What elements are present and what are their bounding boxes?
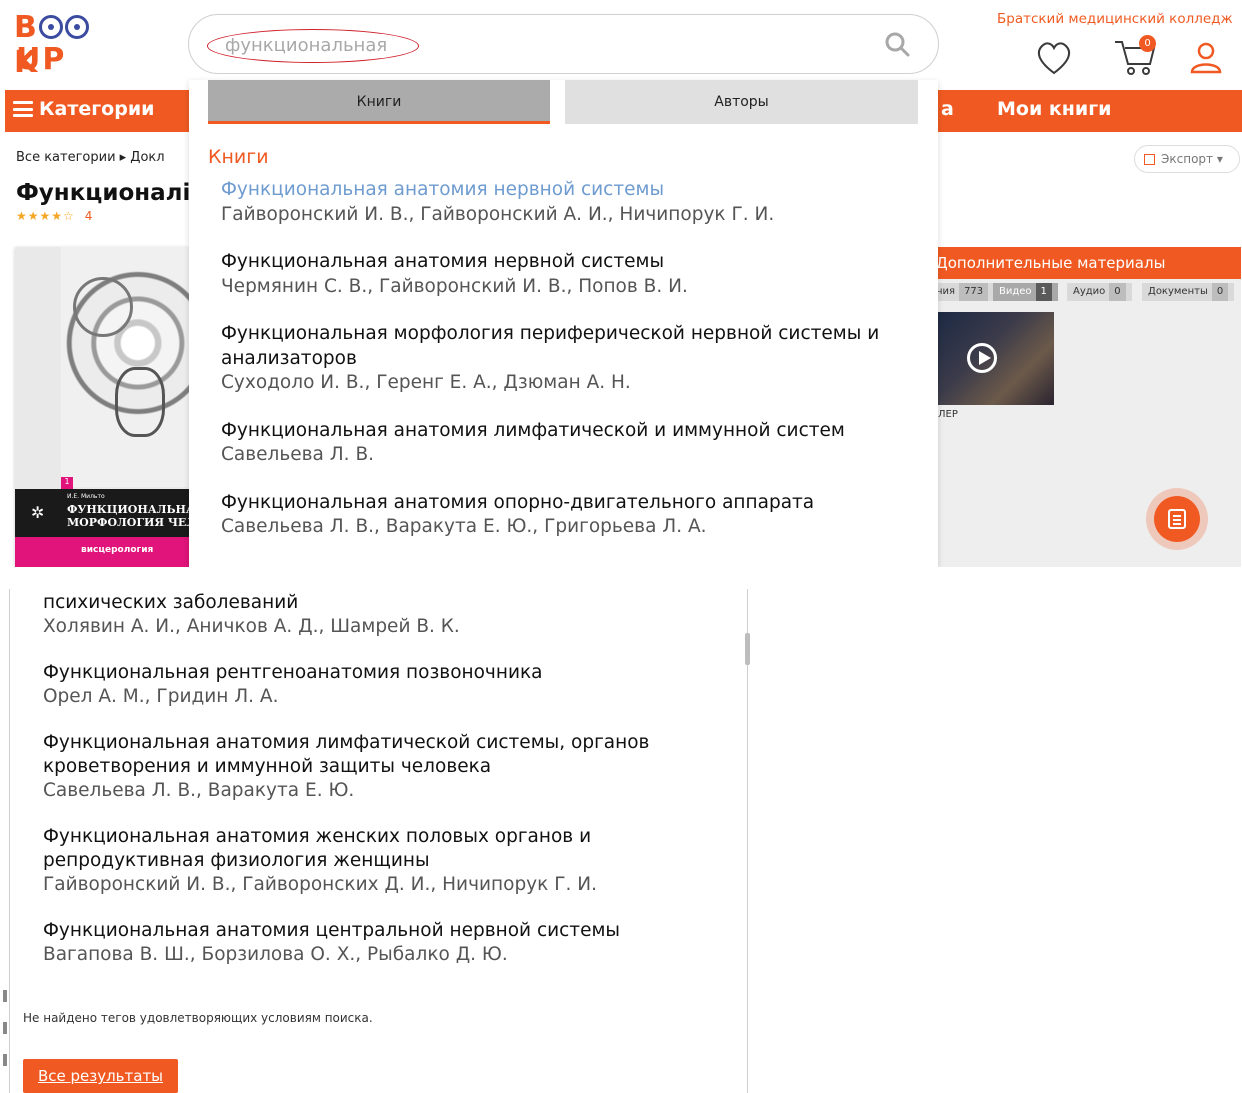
rating-stars: ★★★★☆ 4 bbox=[16, 209, 93, 223]
list-item[interactable]: Функциональная анатомия нервной системы Г… bbox=[221, 178, 921, 227]
cover-author: И.Е. Мильто bbox=[67, 493, 105, 500]
results-list-bottom: психических заболеваний Холявин А. И., Ан… bbox=[43, 591, 733, 989]
tab-audio[interactable]: Аудио 0 bbox=[1067, 283, 1132, 301]
materials-tabs: ния 773 Видео 1 Аудио 0 Документы 0 bbox=[930, 283, 1241, 301]
result-authors: Суходоло И. В., Геренг Е. А., Дзюман А. … bbox=[221, 372, 631, 393]
result-authors: Савельева Л. В., Варакута Е. Ю. bbox=[43, 780, 355, 801]
cover-illustration-detail bbox=[115, 367, 165, 437]
result-title[interactable]: Функциональная анатомия центральной нерв… bbox=[43, 919, 733, 943]
video-thumbnail[interactable] bbox=[938, 312, 1054, 405]
export-button[interactable]: Экспорт ▾ bbox=[1134, 145, 1240, 173]
list-item[interactable]: Функциональная анатомия опорно-двигатель… bbox=[221, 491, 921, 540]
college-name[interactable]: Братский медицинский колледж bbox=[997, 11, 1233, 27]
user-icon[interactable] bbox=[1188, 40, 1224, 76]
result-title[interactable]: Функциональная анатомия нервной системы bbox=[221, 178, 921, 203]
result-title[interactable]: Функциональная рентгеноанатомия позвоноч… bbox=[43, 661, 733, 685]
cover-illustration-detail bbox=[73, 277, 133, 337]
cover-title: ФУНКЦИОНАЛЬНАЯМОРФОЛОГИЯ ЧЕЛ bbox=[67, 503, 189, 529]
dropdown-scrollbar[interactable] bbox=[745, 633, 750, 665]
tab-documents[interactable]: Документы 0 bbox=[1142, 283, 1235, 301]
all-results-button[interactable]: Все результаты bbox=[23, 1059, 178, 1093]
video-caption: ЛЕР bbox=[938, 409, 958, 420]
publisher-logo-icon: ✲ bbox=[31, 503, 45, 522]
result-authors: Орел А. М., Гридин Л. А. bbox=[43, 686, 279, 707]
dropdown-scrolled-view: психических заболеваний Холявин А. И., Ан… bbox=[0, 567, 1242, 1093]
list-item[interactable]: Функциональная анатомия лимфатической си… bbox=[43, 731, 733, 803]
heart-icon[interactable] bbox=[1034, 38, 1074, 78]
list-item[interactable]: Функциональная анатомия центральной нерв… bbox=[43, 919, 733, 967]
result-authors: Савельева Л. В. bbox=[221, 444, 375, 465]
tab-video[interactable]: Видео 1 bbox=[993, 283, 1058, 301]
tab-books[interactable]: Книги bbox=[208, 80, 550, 124]
book-cover[interactable]: 1 ✲ И.Е. Мильто ФУНКЦИОНАЛЬНАЯМОРФОЛОГИЯ… bbox=[15, 247, 189, 567]
nav-item-my-books[interactable]: Мои книги bbox=[997, 98, 1111, 120]
dropdown-left-border bbox=[9, 589, 10, 1093]
list-item[interactable]: Функциональная морфология периферической… bbox=[221, 322, 921, 396]
floating-action-button[interactable] bbox=[1146, 488, 1208, 550]
cover-volume-badge: 1 bbox=[61, 477, 73, 489]
tab-authors[interactable]: Авторы bbox=[565, 80, 918, 124]
search-page-screenshot: BK UP функциональная Братский медицински… bbox=[0, 0, 1242, 567]
book-title: Функционалі bbox=[16, 180, 190, 206]
result-title[interactable]: Функциональная анатомия опорно-двигатель… bbox=[221, 491, 921, 516]
search-icon[interactable] bbox=[884, 31, 910, 57]
tab-materials-partial[interactable]: ния 773 bbox=[930, 283, 995, 301]
cover-subtitle: висцерология bbox=[81, 545, 154, 555]
menu-icon bbox=[13, 101, 33, 117]
result-title[interactable]: Функциональная анатомия нервной системы bbox=[221, 250, 921, 275]
cover-title-band: ✲ И.Е. Мильто ФУНКЦИОНАЛЬНАЯМОРФОЛОГИЯ Ч… bbox=[15, 489, 189, 537]
additional-materials-heading: Дополнительные материалы bbox=[930, 247, 1241, 279]
list-item[interactable]: Функциональная анатомия женских половых … bbox=[43, 825, 733, 897]
search-highlight-ellipse bbox=[207, 29, 419, 63]
result-authors: Гайворонский И. В., Гайворонский А. И., … bbox=[221, 203, 775, 225]
categories-label: Категории bbox=[39, 98, 155, 120]
result-title[interactable]: Функциональная анатомия лимфатической и … bbox=[221, 419, 921, 444]
result-title[interactable]: Функциональная анатомия женских половых … bbox=[43, 825, 733, 873]
results-list-top: Функциональная анатомия нервной системы Г… bbox=[221, 178, 921, 563]
result-authors: Холявин А. И., Аничков А. Д., Шамрей В. … bbox=[43, 616, 460, 637]
tags-not-found-message: Не найдено тегов удовлетворяющих условия… bbox=[23, 1011, 373, 1025]
export-icon bbox=[1144, 154, 1155, 165]
result-authors: Гайворонский И. В., Гайворонских Д. И., … bbox=[43, 874, 597, 895]
result-title[interactable]: Функциональная анатомия лимфатической си… bbox=[43, 731, 733, 779]
cart-count-badge: 0 bbox=[1139, 35, 1156, 52]
result-authors: Савельева Л. В., Варакута Е. Ю., Григорь… bbox=[221, 516, 707, 537]
nav-item-partial[interactable]: а bbox=[941, 98, 954, 120]
list-item[interactable]: Функциональная рентгеноанатомия позвоноч… bbox=[43, 661, 733, 709]
rating-count: 4 bbox=[84, 209, 93, 223]
search-bar[interactable]: функциональная bbox=[188, 14, 939, 74]
list-item[interactable]: психических заболеваний Холявин А. И., Ан… bbox=[43, 591, 733, 639]
document-icon bbox=[1168, 509, 1186, 529]
page-edge-fragments bbox=[3, 990, 9, 1080]
result-title[interactable]: Функциональная морфология периферической… bbox=[221, 322, 921, 371]
search-suggestions-dropdown: Книги Авторы Книги Функциональная анатом… bbox=[189, 80, 938, 567]
cover-illustration bbox=[61, 247, 189, 487]
cover-subtitle-band: висцерология bbox=[15, 537, 189, 567]
logo-line-2: UP bbox=[16, 42, 67, 77]
result-authors: Чермянин С. В., Гайворонский И. В., Попо… bbox=[221, 275, 688, 297]
list-item[interactable]: Функциональная анатомия нервной системы Ч… bbox=[221, 250, 921, 299]
result-title[interactable]: психических заболеваний bbox=[43, 591, 733, 615]
fab-inner[interactable] bbox=[1154, 496, 1200, 542]
books-section-heading: Книги bbox=[208, 146, 269, 168]
breadcrumb[interactable]: Все категории ▸ Докл bbox=[16, 150, 165, 165]
categories-menu-button[interactable]: Категории bbox=[13, 98, 154, 120]
play-icon[interactable] bbox=[967, 343, 997, 373]
bookup-logo[interactable]: BK UP bbox=[14, 10, 106, 80]
list-item[interactable]: Функциональная анатомия лимфатической и … bbox=[221, 419, 921, 468]
export-label: Экспорт ▾ bbox=[1161, 152, 1223, 166]
result-authors: Вагапова В. Ш., Борзилова О. Х., Рыбалко… bbox=[43, 944, 508, 965]
